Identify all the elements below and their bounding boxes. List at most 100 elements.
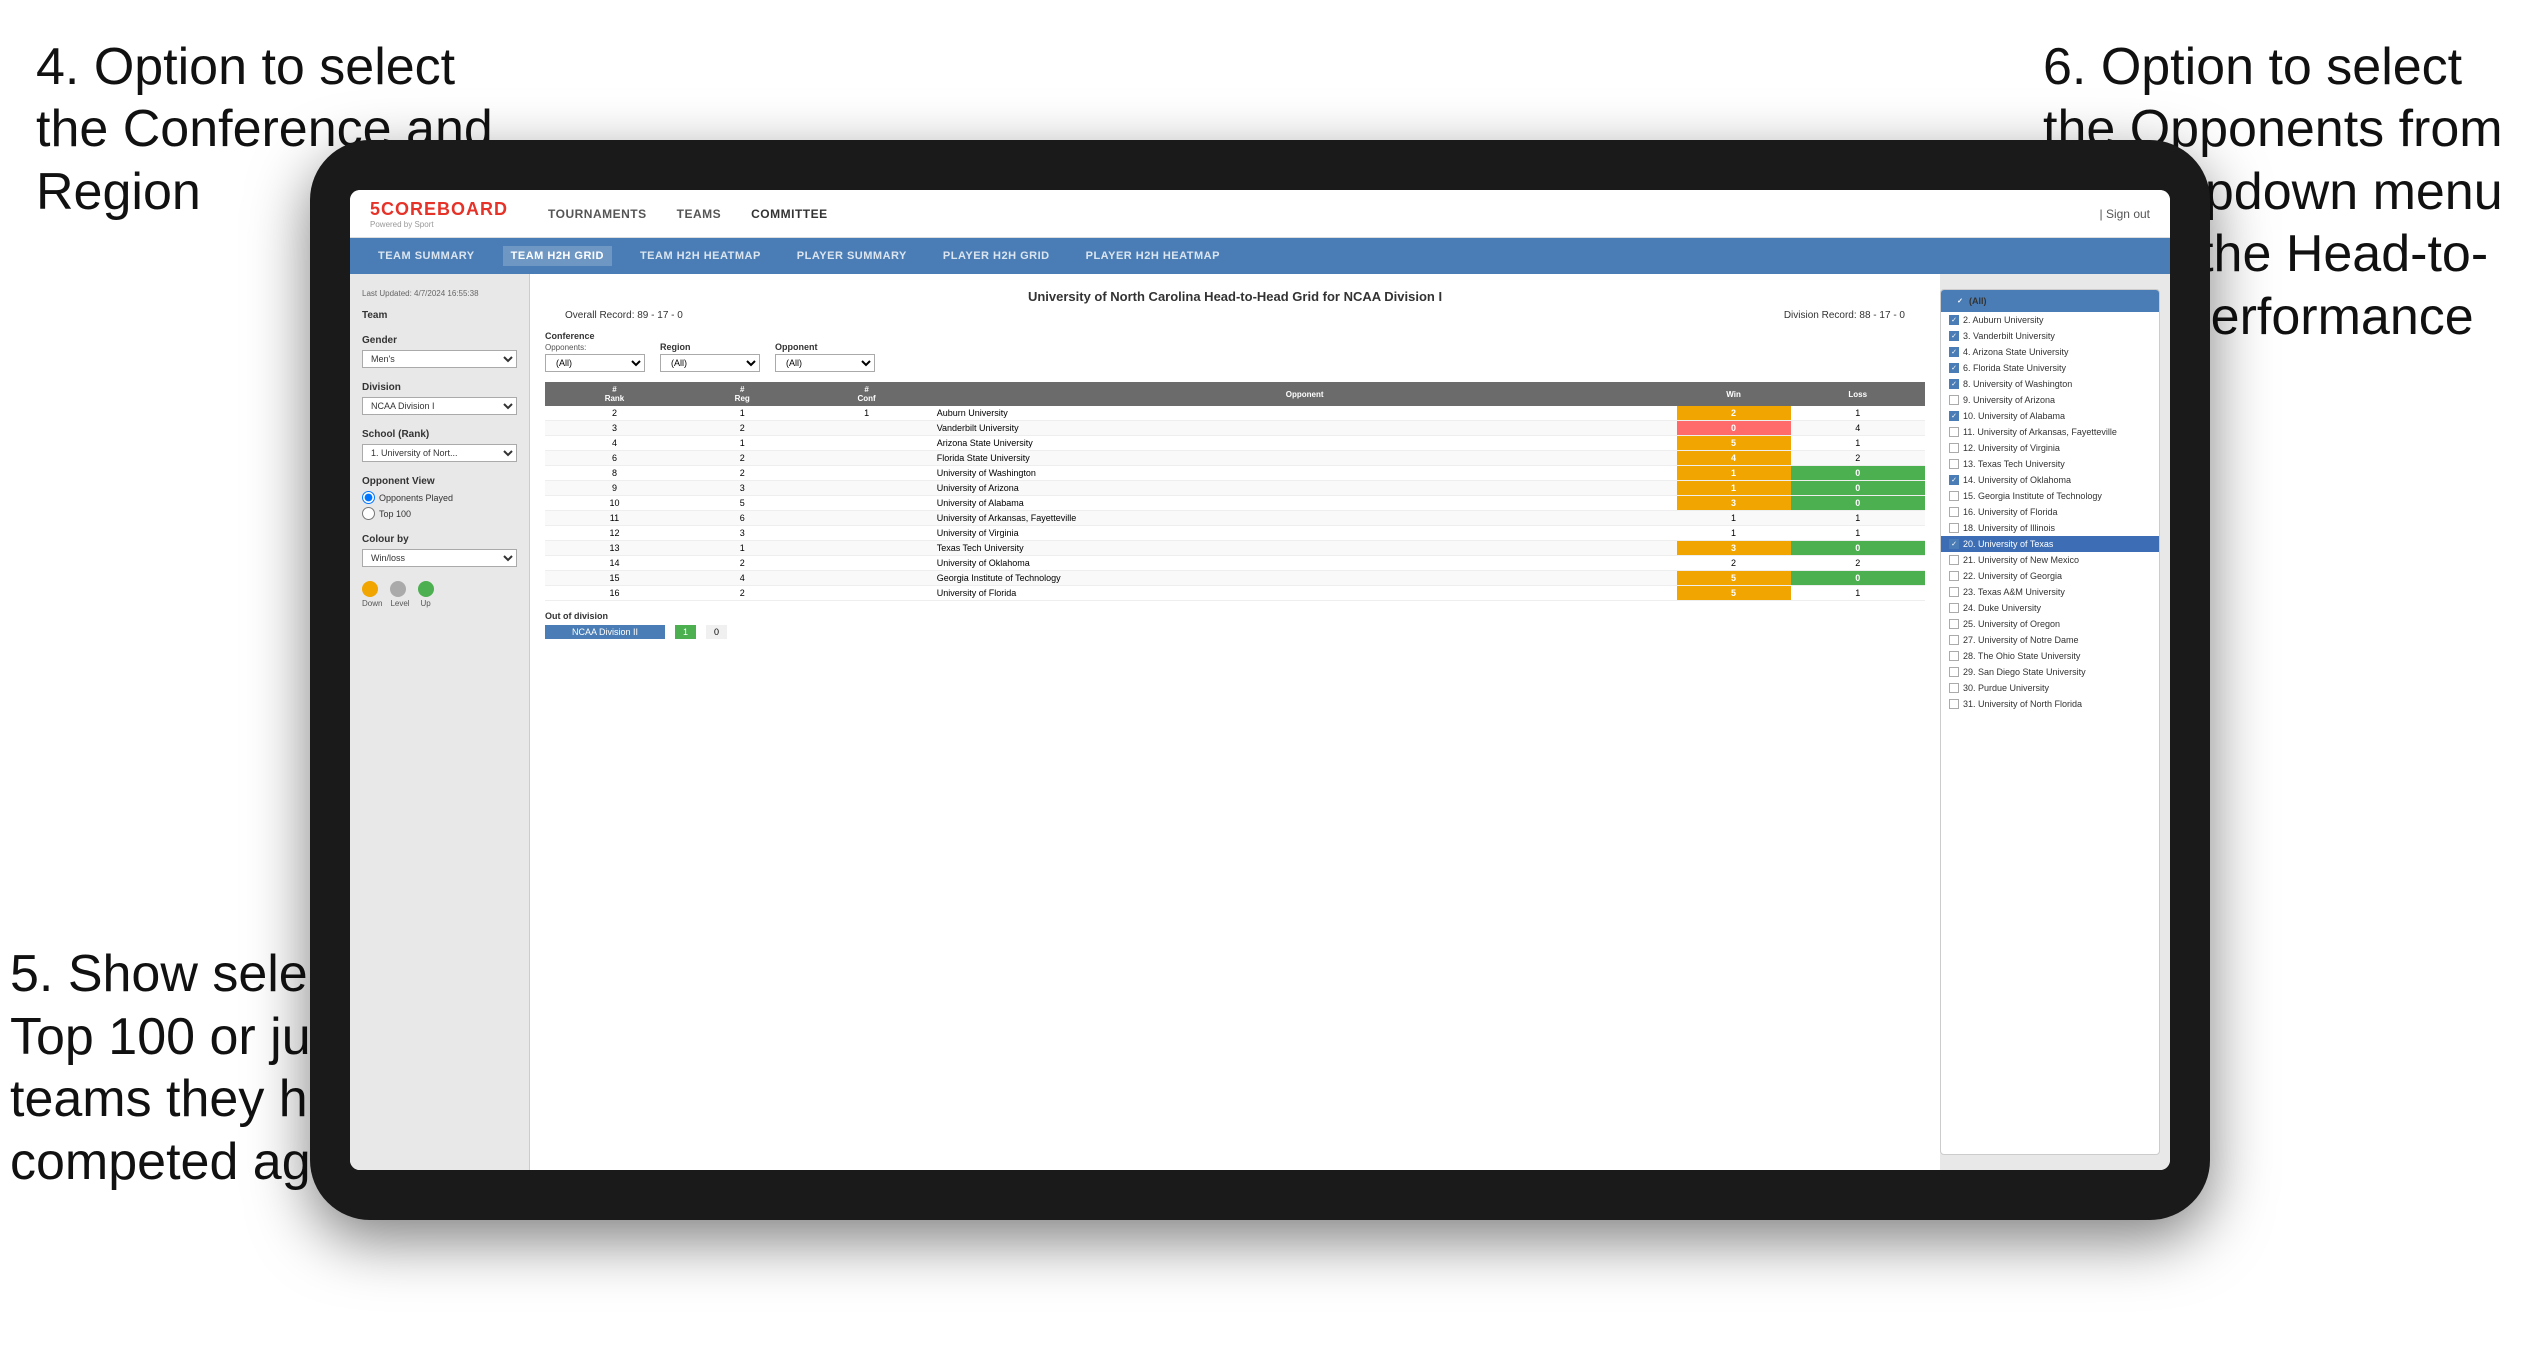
item-checkbox[interactable] — [1949, 699, 1959, 709]
all-checkbox[interactable]: ✓ — [1955, 296, 1965, 306]
dropdown-item[interactable]: ✓8. University of Washington — [1941, 376, 2159, 392]
dropdown-item[interactable]: 9. University of Arizona — [1941, 392, 2159, 408]
main-nav: TOURNAMENTS TEAMS COMMITTEE — [548, 207, 828, 221]
gender-select[interactable]: Men's — [362, 350, 517, 368]
school-select[interactable]: 1. University of Nort... — [362, 444, 517, 462]
dropdown-item[interactable]: 27. University of Notre Dame — [1941, 632, 2159, 648]
cell-name: Vanderbilt University — [933, 421, 1677, 436]
item-checkbox[interactable] — [1949, 459, 1959, 469]
item-checkbox[interactable] — [1949, 683, 1959, 693]
dropdown-item[interactable]: ✓14. University of Oklahoma — [1941, 472, 2159, 488]
dropdown-item[interactable]: ✓10. University of Alabama — [1941, 408, 2159, 424]
sign-out[interactable]: | Sign out — [2100, 207, 2150, 221]
item-checkbox[interactable] — [1949, 523, 1959, 533]
item-checkbox[interactable] — [1949, 619, 1959, 629]
colour-select[interactable]: Win/loss — [362, 549, 517, 567]
dropdown-item[interactable]: 25. University of Oregon — [1941, 616, 2159, 632]
dropdown-item[interactable]: 24. Duke University — [1941, 600, 2159, 616]
dropdown-item[interactable]: 23. Texas A&M University — [1941, 584, 2159, 600]
dropdown-item[interactable]: ✓2. Auburn University — [1941, 312, 2159, 328]
item-checkbox[interactable] — [1949, 507, 1959, 517]
item-checkbox[interactable]: ✓ — [1949, 475, 1959, 485]
sub-nav-player-heatmap[interactable]: PLAYER H2H HEATMAP — [1078, 246, 1228, 266]
dropdown-item[interactable]: 30. Purdue University — [1941, 680, 2159, 696]
item-checkbox[interactable] — [1949, 635, 1959, 645]
dropdown-item[interactable]: 28. The Ohio State University — [1941, 648, 2159, 664]
item-checkbox[interactable] — [1949, 395, 1959, 405]
cell-conf — [801, 586, 933, 601]
cell-loss: 1 — [1791, 586, 1926, 601]
nav-tournaments[interactable]: TOURNAMENTS — [548, 207, 647, 221]
item-checkbox[interactable]: ✓ — [1949, 363, 1959, 373]
item-checkbox[interactable]: ✓ — [1949, 411, 1959, 421]
cell-conf — [801, 466, 933, 481]
item-checkbox[interactable] — [1949, 427, 1959, 437]
item-checkbox[interactable]: ✓ — [1949, 539, 1959, 549]
col-loss: Loss — [1791, 382, 1926, 406]
sub-nav-team-summary[interactable]: TEAM SUMMARY — [370, 246, 483, 266]
nav-teams[interactable]: TEAMS — [677, 207, 722, 221]
region-select[interactable]: (All) — [660, 354, 760, 372]
item-checkbox[interactable] — [1949, 603, 1959, 613]
radio-top100[interactable]: Top 100 — [362, 507, 517, 520]
item-checkbox[interactable]: ✓ — [1949, 379, 1959, 389]
dropdown-item[interactable]: ✓4. Arizona State University — [1941, 344, 2159, 360]
cell-rank: 10 — [545, 496, 684, 511]
dropdown-item[interactable]: 18. University of Illinois — [1941, 520, 2159, 536]
dropdown-item[interactable]: ✓20. University of Texas — [1941, 536, 2159, 552]
cell-conf — [801, 511, 933, 526]
division-select[interactable]: NCAA Division I — [362, 397, 517, 415]
item-checkbox[interactable]: ✓ — [1949, 347, 1959, 357]
cell-reg: 5 — [684, 496, 801, 511]
legend-up: Up — [418, 581, 434, 608]
division-record: Division Record: 88 - 17 - 0 — [1784, 310, 1905, 321]
item-checkbox[interactable] — [1949, 443, 1959, 453]
dropdown-item[interactable]: 15. Georgia Institute of Technology — [1941, 488, 2159, 504]
item-checkbox[interactable] — [1949, 555, 1959, 565]
dropdown-item[interactable]: ✓3. Vanderbilt University — [1941, 328, 2159, 344]
dropdown-item[interactable]: 16. University of Florida — [1941, 504, 2159, 520]
cell-win: 4 — [1677, 451, 1791, 466]
dropdown-item[interactable]: 12. University of Virginia — [1941, 440, 2159, 456]
item-checkbox[interactable] — [1949, 651, 1959, 661]
cell-conf — [801, 481, 933, 496]
cell-rank: 16 — [545, 586, 684, 601]
dropdown-item[interactable]: 22. University of Georgia — [1941, 568, 2159, 584]
dropdown-item[interactable]: 29. San Diego State University — [1941, 664, 2159, 680]
cell-loss: 0 — [1791, 466, 1926, 481]
cell-reg: 1 — [684, 541, 801, 556]
col-opponent: Opponent — [933, 382, 1677, 406]
item-checkbox[interactable]: ✓ — [1949, 331, 1959, 341]
item-checkbox[interactable]: ✓ — [1949, 315, 1959, 325]
data-table: #Rank #Reg #Conf Opponent Win Loss 2 1 1… — [545, 382, 1925, 601]
radio-opponents-played[interactable]: Opponents Played — [362, 491, 517, 504]
cell-rank: 12 — [545, 526, 684, 541]
conference-select[interactable]: (All) — [545, 354, 645, 372]
dropdown-item[interactable]: ✓6. Florida State University — [1941, 360, 2159, 376]
grid-title: University of North Carolina Head-to-Hea… — [545, 289, 1925, 304]
dropdown-header: ✓ (All) — [1941, 290, 2159, 312]
dropdown-item[interactable]: 13. Texas Tech University — [1941, 456, 2159, 472]
cell-conf — [801, 421, 933, 436]
opponent-select[interactable]: (All) — [775, 354, 875, 372]
sub-nav-h2h-grid[interactable]: TEAM H2H GRID — [503, 246, 612, 266]
cell-conf — [801, 496, 933, 511]
item-checkbox[interactable] — [1949, 587, 1959, 597]
item-checkbox[interactable] — [1949, 667, 1959, 677]
item-checkbox[interactable] — [1949, 571, 1959, 581]
nav-committee[interactable]: COMMITTEE — [751, 207, 828, 221]
dropdown-item[interactable]: 31. University of North Florida — [1941, 696, 2159, 712]
sub-nav-player-h2h[interactable]: PLAYER H2H GRID — [935, 246, 1058, 266]
dropdown-all-item[interactable]: ✓ (All) — [1947, 293, 2153, 309]
cell-reg: 2 — [684, 466, 801, 481]
col-win: Win — [1677, 382, 1791, 406]
cell-name: University of Washington — [933, 466, 1677, 481]
dropdown-item[interactable]: 21. University of New Mexico — [1941, 552, 2159, 568]
sub-nav-heatmap[interactable]: TEAM H2H HEATMAP — [632, 246, 769, 266]
item-checkbox[interactable] — [1949, 491, 1959, 501]
opponent-filter: Opponent (All) — [775, 342, 875, 372]
sub-nav-player-summary[interactable]: PLAYER SUMMARY — [789, 246, 915, 266]
table-row: 13 1 Texas Tech University 3 0 — [545, 541, 1925, 556]
last-updated: Last Updated: 4/7/2024 16:55:38 — [362, 289, 517, 298]
dropdown-item[interactable]: 11. University of Arkansas, Fayetteville — [1941, 424, 2159, 440]
